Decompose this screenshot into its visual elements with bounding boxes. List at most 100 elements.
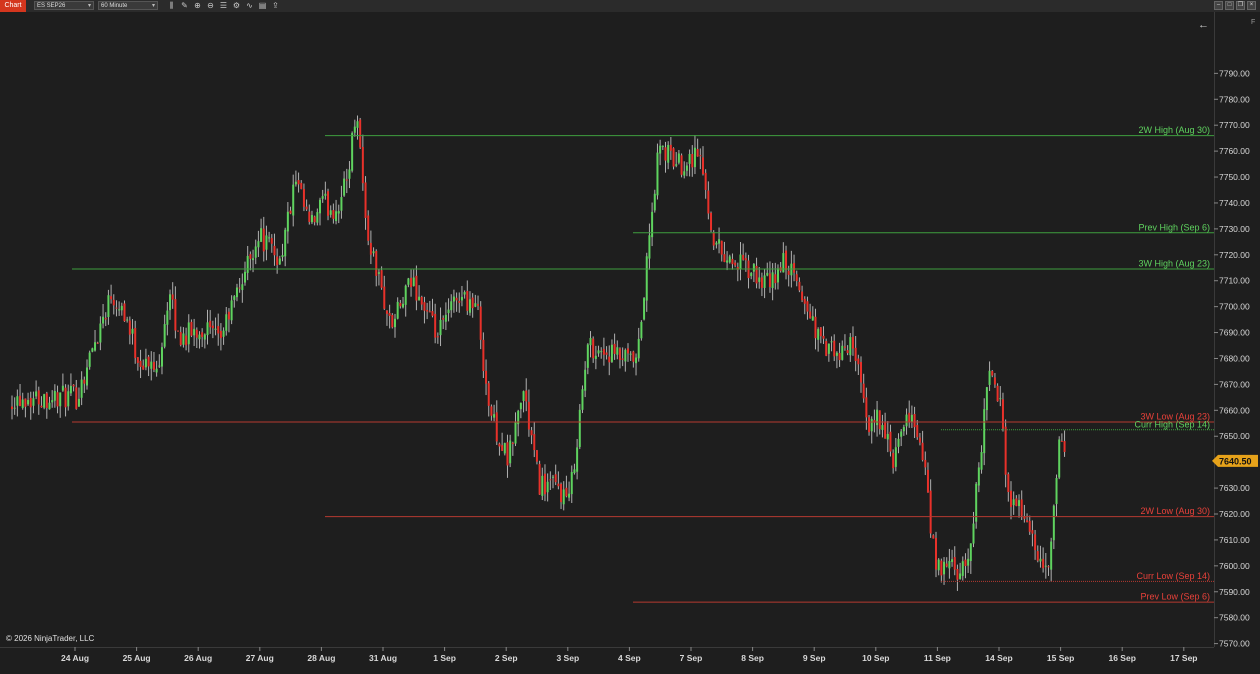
candle-body bbox=[474, 303, 477, 307]
chart-tab[interactable]: Chart bbox=[0, 0, 26, 12]
candle-body bbox=[1007, 474, 1010, 493]
draw-tools-icon[interactable]: ✎ bbox=[180, 1, 189, 10]
candle-body bbox=[621, 358, 624, 360]
indicator-icon[interactable]: ∿ bbox=[245, 1, 254, 10]
candle-body bbox=[667, 144, 670, 163]
candle-body bbox=[43, 394, 46, 408]
candle-body bbox=[273, 245, 276, 256]
candle-body bbox=[825, 341, 828, 356]
share-icon[interactable]: ⇪ bbox=[271, 1, 280, 10]
candle-body bbox=[811, 316, 814, 321]
time-tick-label: 4 Sep bbox=[618, 653, 641, 663]
candle-body bbox=[431, 311, 434, 316]
candle-body bbox=[876, 409, 879, 426]
bar-type-icon[interactable]: ⫼ bbox=[167, 1, 176, 10]
candle-body bbox=[270, 238, 273, 244]
candle-body bbox=[913, 414, 916, 428]
price-axis[interactable]: 7570.00 7580.00 7590.00 7600.00 7610.00 7620.… bbox=[1214, 68, 1250, 649]
candle-body bbox=[463, 292, 466, 295]
candle-body bbox=[983, 409, 986, 454]
last-price-label: 7640.50 bbox=[1219, 456, 1252, 466]
candle-body bbox=[177, 330, 180, 332]
candle-body bbox=[201, 332, 204, 338]
candle-body bbox=[506, 442, 509, 466]
candle-body bbox=[843, 346, 846, 348]
candle-body bbox=[142, 365, 145, 370]
candle-body bbox=[332, 210, 335, 219]
candle-body bbox=[144, 358, 147, 368]
restore-button[interactable]: ❐ bbox=[1236, 1, 1245, 10]
candle-body bbox=[525, 390, 528, 402]
time-tick-label: 26 Aug bbox=[184, 653, 212, 663]
price-tick-label: 7770.00 bbox=[1219, 120, 1250, 130]
candle-body bbox=[755, 265, 758, 284]
candle-body bbox=[128, 320, 131, 335]
instrument-selector[interactable]: ES SEP26 ▾ bbox=[34, 1, 94, 10]
candle-body bbox=[257, 241, 260, 248]
candle-body bbox=[632, 351, 635, 362]
price-chart[interactable]: 2W High (Aug 30) Prev High (Sep 6) 3W High… bbox=[0, 12, 1260, 674]
time-tick-label: 17 Sep bbox=[1170, 653, 1197, 663]
level-label: 2W Low (Aug 30) bbox=[1140, 506, 1210, 516]
corner-f-icon[interactable]: F bbox=[1251, 19, 1255, 26]
candle-body bbox=[410, 277, 413, 288]
zoom-in-icon[interactable]: ⊕ bbox=[193, 1, 202, 10]
candle-body bbox=[1055, 477, 1058, 504]
price-tick-label: 7580.00 bbox=[1219, 613, 1250, 623]
candle-body bbox=[627, 348, 629, 354]
candle-body bbox=[514, 421, 517, 444]
candle-body bbox=[870, 418, 873, 432]
candle-body bbox=[203, 334, 206, 340]
price-tick-label: 7760.00 bbox=[1219, 146, 1250, 156]
minimize-button[interactable]: – bbox=[1214, 1, 1223, 10]
interval-label: 60 Minute bbox=[101, 3, 128, 9]
properties-icon[interactable]: ☰ bbox=[219, 1, 228, 10]
candle-body bbox=[522, 391, 525, 401]
candle-body bbox=[118, 309, 121, 311]
candle-body bbox=[254, 246, 257, 258]
candle-body bbox=[174, 299, 177, 331]
candle-body bbox=[380, 270, 383, 288]
candle-body bbox=[353, 126, 356, 133]
candle-body bbox=[916, 424, 919, 438]
candle-body bbox=[696, 149, 699, 157]
back-arrow-icon[interactable]: ← bbox=[1198, 19, 1209, 31]
candle-body bbox=[131, 328, 134, 334]
templates-icon[interactable]: ▤ bbox=[258, 1, 267, 10]
candle-body bbox=[787, 270, 790, 275]
candle-body bbox=[543, 473, 546, 495]
candle-body bbox=[302, 188, 305, 207]
candle-body bbox=[1001, 399, 1004, 429]
maximize-button[interactable]: □ bbox=[1225, 1, 1234, 10]
zoom-out-icon[interactable]: ⊖ bbox=[206, 1, 215, 10]
candle-body bbox=[278, 258, 281, 265]
candle-body bbox=[669, 144, 672, 151]
interval-selector[interactable]: 60 Minute ▾ bbox=[98, 1, 158, 10]
candle-body bbox=[554, 474, 557, 483]
candle-body bbox=[908, 412, 911, 423]
price-tick-label: 7680.00 bbox=[1219, 353, 1250, 363]
candle-body bbox=[351, 133, 354, 171]
candle-body bbox=[924, 459, 927, 468]
candle-body bbox=[693, 147, 696, 168]
time-tick-label: 25 Aug bbox=[123, 653, 151, 663]
candle-body bbox=[361, 146, 364, 184]
time-tick-label: 16 Sep bbox=[1108, 653, 1135, 663]
candle-body bbox=[83, 379, 86, 384]
candle-body bbox=[447, 309, 450, 314]
candle-body bbox=[600, 351, 603, 353]
price-tick-label: 7610.00 bbox=[1219, 535, 1250, 545]
strategy-icon[interactable]: ⚙ bbox=[232, 1, 241, 10]
time-tick-label: 15 Sep bbox=[1047, 653, 1074, 663]
candle-body bbox=[356, 121, 359, 128]
level-label: Curr High (Sep 14) bbox=[1134, 419, 1210, 429]
candle-body bbox=[704, 172, 707, 190]
candle-body bbox=[498, 443, 501, 447]
candle-body bbox=[56, 392, 59, 407]
price-tick-label: 7670.00 bbox=[1219, 379, 1250, 389]
candle-body bbox=[827, 343, 830, 354]
candle-body bbox=[1063, 441, 1066, 452]
candle-body bbox=[1036, 551, 1039, 561]
candle-body bbox=[841, 345, 844, 360]
close-button[interactable]: × bbox=[1247, 1, 1256, 10]
